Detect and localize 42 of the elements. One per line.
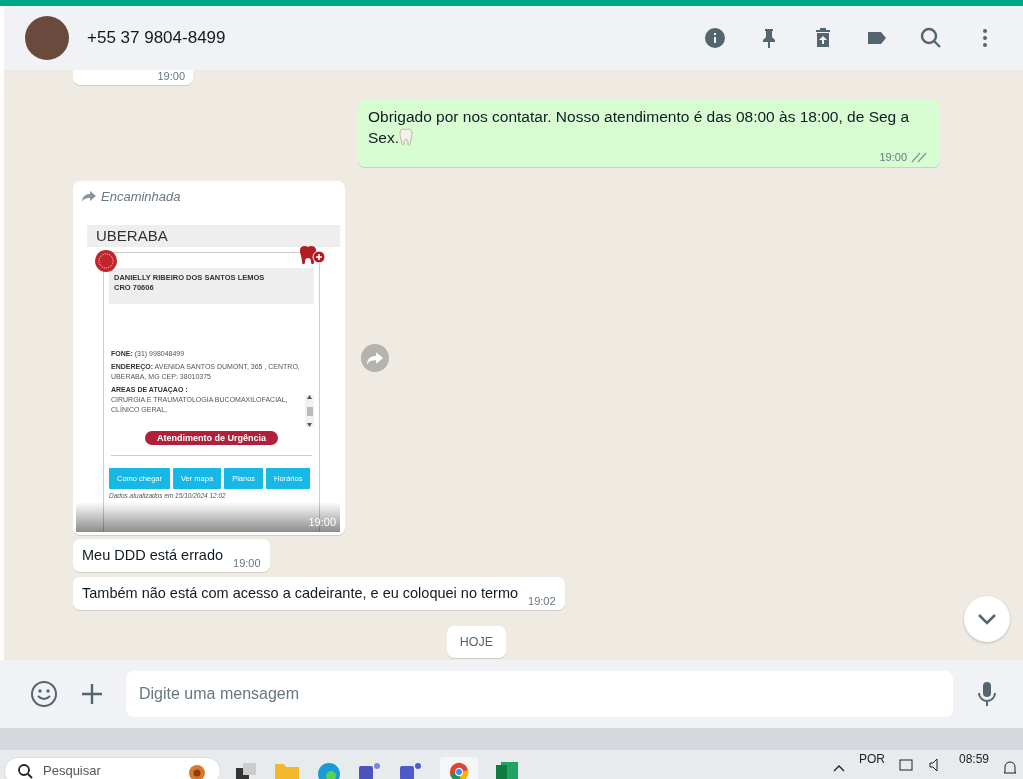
message-time: 19:00 [879, 151, 907, 164]
taskbar-search-field[interactable]: Pesquisar [4, 756, 221, 779]
search-icon [17, 762, 33, 779]
city-heading: UBERABA [87, 225, 340, 247]
chat-app-icon[interactable] [358, 761, 382, 779]
clock-time[interactable]: 08:59 [958, 752, 989, 766]
active-app[interactable] [440, 756, 478, 779]
message-time: 19:00 [233, 557, 261, 569]
browser-icon [447, 761, 471, 779]
info-icon[interactable] [703, 26, 727, 50]
scroll-down-arrow-icon[interactable] [307, 423, 312, 427]
message-time: 19:02 [528, 595, 556, 607]
bell-icon[interactable] [1003, 760, 1017, 776]
scrollbar[interactable] [305, 395, 314, 427]
forwarded-label: Encaminhada [101, 189, 181, 204]
message-time: 19:00 [308, 516, 336, 528]
browser-icon[interactable] [317, 761, 341, 779]
task-view-icon[interactable] [235, 761, 257, 779]
forward-arrow-icon [82, 191, 96, 202]
message-time: 19:00 [157, 70, 185, 82]
contact-name: +55 37 9804-8499 [87, 28, 227, 48]
message-text: Meu DDD está errado [82, 546, 224, 565]
message-input[interactable]: Digite uma mensagem [126, 671, 953, 717]
chevron-down-icon [977, 613, 997, 625]
attach-button[interactable] [80, 682, 104, 706]
language-indicator[interactable]: POR [858, 752, 885, 766]
scroll-up-arrow-icon[interactable] [307, 395, 312, 399]
tooth-icon [399, 128, 413, 146]
scroll-down-button[interactable] [964, 596, 1010, 642]
emoji-button[interactable] [30, 680, 58, 708]
chat-app-icon[interactable] [399, 761, 423, 779]
message-text: Obrigado por nos contatar. Nosso atendimento é das 08:00 às 18:00, de Seg a Sex. [368, 108, 910, 146]
display-icon[interactable] [898, 758, 915, 772]
spreadsheet-icon[interactable] [495, 761, 519, 779]
microphone-button[interactable] [977, 681, 997, 707]
seal-badge-icon [94, 249, 118, 273]
avatar[interactable] [25, 16, 69, 60]
message-text: Também não está com acesso a cadeirante, e eu coloquei no termo [82, 584, 519, 603]
chevron-up-icon[interactable] [832, 764, 845, 772]
forward-arrow-icon [367, 351, 383, 365]
urgent-care-button[interactable]: Atendimento de Urgência [145, 431, 278, 445]
search-icon[interactable] [919, 26, 943, 50]
